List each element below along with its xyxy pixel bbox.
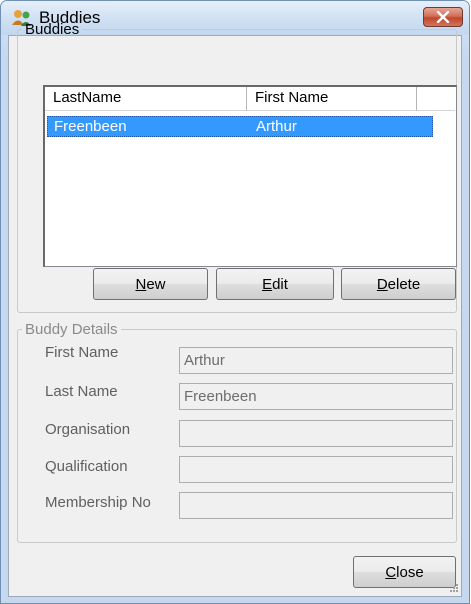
edit-button[interactable]: Edit: [216, 268, 334, 300]
buddies-group-legend: Buddies: [25, 21, 80, 38]
organisation-label: Organisation: [45, 421, 131, 438]
list-item[interactable]: Freenbeen Arthur: [47, 116, 433, 137]
buddies-window: Buddies Buddies LastName First Name Free…: [0, 0, 470, 604]
column-header-filler: [417, 87, 455, 111]
close-mnemonic: C: [385, 563, 397, 581]
membership-no-label: Membership No: [45, 494, 151, 511]
column-header-lastname[interactable]: LastName: [45, 87, 247, 111]
list-header: LastName First Name: [45, 87, 456, 111]
new-button[interactable]: New: [93, 268, 208, 300]
first-name-field[interactable]: [179, 347, 453, 374]
delete-mnemonic: D: [376, 275, 388, 293]
buddy-details-legend: Buddy Details: [25, 321, 118, 338]
close-button[interactable]: Close: [353, 556, 456, 588]
new-mnemonic: N: [135, 275, 147, 293]
qualification-label: Qualification: [45, 458, 128, 475]
last-name-label: Last Name: [45, 383, 118, 400]
edit-label: dit: [272, 275, 288, 293]
resize-grip-icon[interactable]: [449, 583, 459, 593]
organisation-field[interactable]: [179, 420, 453, 447]
delete-label: elete: [387, 275, 421, 293]
list-item-lastname: Freenbeen: [54, 118, 127, 135]
membership-no-field[interactable]: [179, 492, 453, 519]
last-name-field[interactable]: [179, 383, 453, 410]
buddies-list[interactable]: LastName First Name Freenbeen Arthur: [43, 85, 457, 267]
edit-mnemonic: E: [262, 275, 273, 293]
qualification-field[interactable]: [179, 456, 453, 483]
column-header-firstname[interactable]: First Name: [247, 87, 417, 111]
list-item-firstname: Arthur: [256, 118, 297, 135]
new-label: ew: [146, 275, 166, 293]
close-label: lose: [396, 563, 424, 581]
first-name-label: First Name: [45, 344, 119, 361]
delete-button[interactable]: Delete: [341, 268, 456, 300]
